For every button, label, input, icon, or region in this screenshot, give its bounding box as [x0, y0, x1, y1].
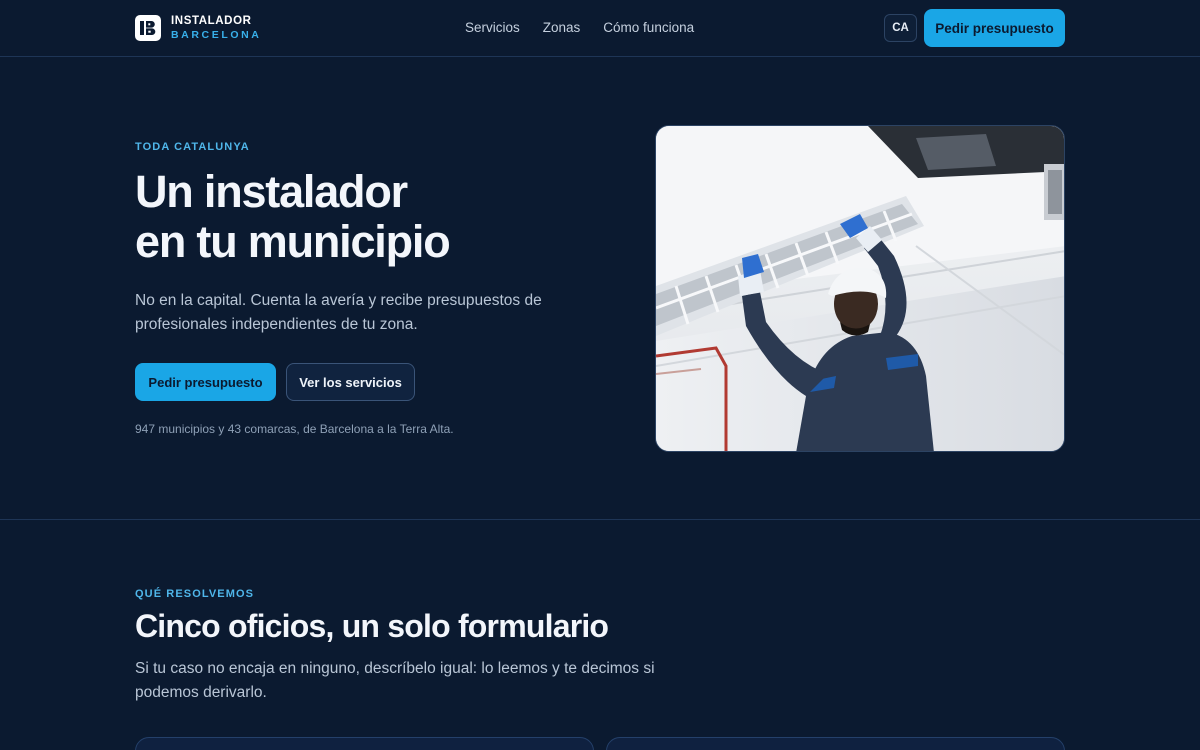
nav-link-zonas[interactable]: Zonas — [543, 20, 581, 35]
hero-photo — [655, 125, 1065, 452]
services-eyebrow: QUÉ RESOLVEMOS — [135, 588, 255, 600]
view-services-button[interactable]: Ver los servicios — [286, 363, 415, 401]
hero-title-line2: en tu municipio — [135, 216, 451, 267]
hero-quote-button[interactable]: Pedir presupuesto — [135, 363, 276, 401]
nav-link-como-funciona[interactable]: Cómo funciona — [603, 20, 694, 35]
main-nav: Servicios Zonas Cómo funciona — [465, 20, 717, 35]
service-card[interactable] — [135, 737, 594, 750]
hero-coverage-note: 947 municipios y 43 comarcas, de Barcelo… — [135, 422, 454, 436]
services-title: Cinco oficios, un solo formulario — [135, 608, 609, 644]
site-logo[interactable]: INSTALADOR BARCELONA — [135, 15, 261, 41]
hero-title: Un instalador en tu municipio — [135, 167, 615, 267]
hero-eyebrow: TODA CATALUNYA — [135, 141, 250, 153]
services-description: Si tu caso no encaja en ninguno, descríb… — [135, 660, 655, 701]
nav-link-servicios[interactable]: Servicios — [465, 20, 520, 35]
language-switch-button[interactable]: CA — [884, 14, 917, 42]
logo-text: INSTALADOR BARCELONA — [171, 15, 262, 41]
electrician-photo-illustration — [656, 126, 1064, 451]
site-header: INSTALADOR BARCELONA Servicios Zonas Cóm… — [0, 0, 1200, 57]
logo-line2: BARCELONA — [171, 28, 262, 41]
logo-mark-icon — [135, 15, 161, 41]
hero-title-line1: Un instalador — [135, 166, 408, 217]
section-divider — [0, 519, 1200, 520]
service-card[interactable] — [606, 737, 1065, 750]
hero-description: No en la capital. Cuenta la avería y rec… — [135, 292, 542, 333]
header-quote-button[interactable]: Pedir presupuesto — [924, 9, 1065, 47]
logo-line1: INSTALADOR — [171, 15, 252, 27]
